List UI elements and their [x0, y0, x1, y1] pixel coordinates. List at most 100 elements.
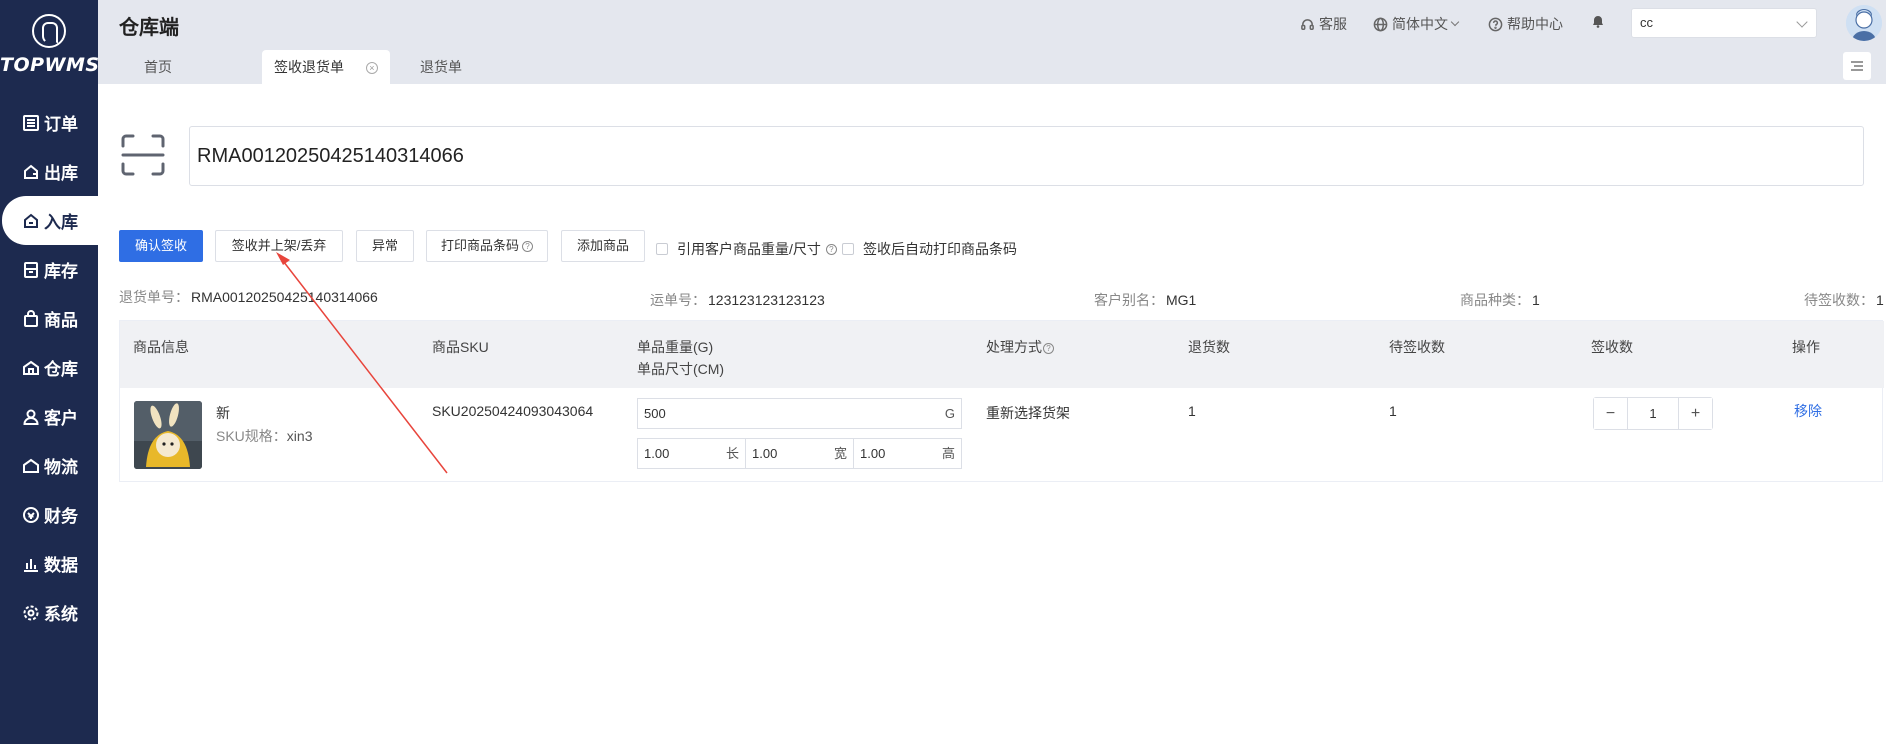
handling-method[interactable]: 重新选择货架 — [986, 403, 1070, 423]
tracking-number-info: 运单号： 123123123123123 — [650, 290, 825, 310]
sidebar-item-label: 商品 — [44, 311, 78, 330]
help-icon: ? — [1043, 342, 1054, 354]
checkbox-box[interactable] — [842, 243, 854, 255]
return-number-info: 退货单号： RMA00120250425140314066 — [119, 287, 378, 307]
print-barcode-label: 打印商品条码 — [440, 238, 519, 253]
customer-alias-value: MG1 — [1166, 292, 1197, 308]
col-method-label: 处理方式 — [986, 339, 1042, 355]
col-pending: 待签收数 — [1389, 339, 1445, 355]
sidebar-nav: 订单 出库 入库 库存 商品 仓库 客户 物流 财务 数据 系统 — [0, 98, 98, 637]
help-center-link[interactable]: 帮助中心 — [1488, 14, 1563, 34]
height-value: 1.00 — [860, 446, 886, 461]
sidebar-item-label: 系统 — [44, 605, 78, 624]
length-input[interactable]: 1.00 长 — [637, 438, 746, 469]
bell-icon[interactable] — [1590, 13, 1606, 29]
width-value: 1.00 — [752, 446, 778, 461]
product-thumbnail — [134, 401, 202, 469]
sidebar-item-system[interactable]: 系统 — [0, 588, 98, 637]
sidebar-item-label: 客户 — [44, 409, 78, 428]
checkbox-box[interactable] — [656, 243, 668, 255]
product-kinds-value: 1 — [1532, 292, 1540, 308]
sidebar-item-label: 出库 — [44, 164, 78, 183]
product-name: 新 — [216, 405, 230, 421]
headset-icon — [1301, 18, 1314, 30]
auto-print-checkbox[interactable]: 签收后自动打印商品条码 — [842, 239, 1017, 259]
add-product-button[interactable]: 添加商品 — [561, 230, 645, 262]
warehouse-icon — [23, 360, 39, 375]
width-unit: 宽 — [833, 446, 847, 461]
chart-icon — [24, 558, 38, 572]
remove-link[interactable]: 移除 — [1794, 401, 1822, 421]
outbound-icon — [24, 164, 38, 179]
scan-icon — [121, 134, 165, 176]
logistics-icon — [23, 458, 39, 473]
length-value: 1.00 — [644, 446, 670, 461]
sidebar-item-label: 入库 — [44, 213, 78, 232]
close-icon[interactable]: × — [365, 62, 378, 75]
exception-button[interactable]: 异常 — [356, 230, 414, 262]
avatar-icon — [1846, 5, 1882, 41]
sidebar-item-data[interactable]: 数据 — [0, 539, 98, 588]
logo-text: TOPWMS — [0, 54, 100, 76]
help-icon: ? — [825, 243, 837, 255]
product-kinds-info: 商品种类： 1 — [1460, 290, 1540, 310]
user-select[interactable]: cc — [1631, 8, 1817, 38]
sidebar-item-label: 财务 — [44, 507, 78, 526]
sidebar-item-label: 仓库 — [44, 360, 78, 379]
tabs-menu-button[interactable] — [1843, 52, 1871, 80]
sidebar-item-inbound[interactable]: 入库 — [2, 196, 98, 245]
sidebar-item-outbound[interactable]: 出库 — [0, 147, 98, 196]
sidebar-item-orders[interactable]: 订单 — [0, 98, 98, 147]
customer-alias-info: 客户别名： MG1 — [1094, 290, 1196, 310]
scan-input[interactable]: RMA00120250425140314066 — [189, 126, 1864, 186]
logo: TOPWMS — [0, 14, 100, 76]
sidebar-item-products[interactable]: 商品 — [0, 294, 98, 343]
auto-print-label: 签收后自动打印商品条码 — [863, 241, 1017, 257]
decrement-button[interactable]: − — [1594, 398, 1628, 429]
finance-icon — [23, 506, 39, 523]
product-sku: SKU20250424093043064 — [432, 403, 594, 419]
list-icon — [23, 114, 39, 131]
user-icon — [23, 409, 39, 425]
height-input[interactable]: 1.00 高 — [853, 438, 962, 469]
tab-home[interactable]: 首页 — [132, 50, 184, 84]
sidebar-item-warehouse[interactable]: 仓库 — [0, 343, 98, 392]
globe-icon — [1373, 17, 1388, 31]
language-select[interactable]: 简体中文 — [1373, 14, 1460, 34]
avatar[interactable] — [1846, 5, 1882, 41]
tab-return-orders[interactable]: 退货单 — [408, 50, 474, 84]
increment-button[interactable]: + — [1678, 398, 1712, 429]
signed-quantity-stepper[interactable]: − 1 + — [1593, 397, 1713, 430]
chevron-down-icon — [1450, 17, 1460, 27]
tab-label: 签收退货单 — [274, 59, 344, 75]
tab-sign-return[interactable]: 签收退货单 × — [262, 50, 390, 84]
width-input[interactable]: 1.00 宽 — [745, 438, 854, 469]
col-signed: 签收数 — [1591, 339, 1633, 355]
tracking-number-label: 运单号： — [650, 292, 706, 308]
sidebar-item-label: 库存 — [44, 262, 78, 281]
sign-shelve-button[interactable]: 签收并上架/丢弃 — [215, 230, 343, 262]
weight-value: 500 — [644, 406, 666, 421]
inbound-icon — [24, 213, 38, 228]
sidebar-item-inventory[interactable]: 库存 — [0, 245, 98, 294]
length-unit: 长 — [725, 446, 739, 461]
sidebar-item-label: 物流 — [44, 458, 78, 477]
col-action: 操作 — [1792, 339, 1820, 355]
signed-quantity-value[interactable]: 1 — [1628, 398, 1678, 429]
top-header: 仓库端 客服 简体中文 帮助中心 cc — [98, 0, 1886, 44]
print-barcode-button[interactable]: 打印商品条码? — [426, 230, 548, 262]
customer-service-link[interactable]: 客服 — [1300, 14, 1347, 34]
weight-input[interactable]: 500 G — [637, 398, 962, 429]
confirm-sign-button[interactable]: 确认签收 — [119, 230, 203, 262]
tabs-bar: 首页 签收退货单 × 退货单 — [98, 44, 1886, 84]
product-kinds-label: 商品种类： — [1460, 292, 1530, 308]
sidebar-item-label: 订单 — [44, 115, 78, 134]
product-image — [134, 401, 202, 469]
sidebar-item-customers[interactable]: 客户 — [0, 392, 98, 441]
sidebar-item-finance[interactable]: 财务 — [0, 490, 98, 539]
col-product-info: 商品信息 — [133, 339, 189, 355]
customer-weight-checkbox[interactable]: 引用客户商品重量/尺寸 ? — [656, 239, 837, 259]
return-number-label: 退货单号： — [119, 289, 189, 305]
sidebar-item-logistics[interactable]: 物流 — [0, 441, 98, 490]
logo-icon — [32, 14, 66, 48]
